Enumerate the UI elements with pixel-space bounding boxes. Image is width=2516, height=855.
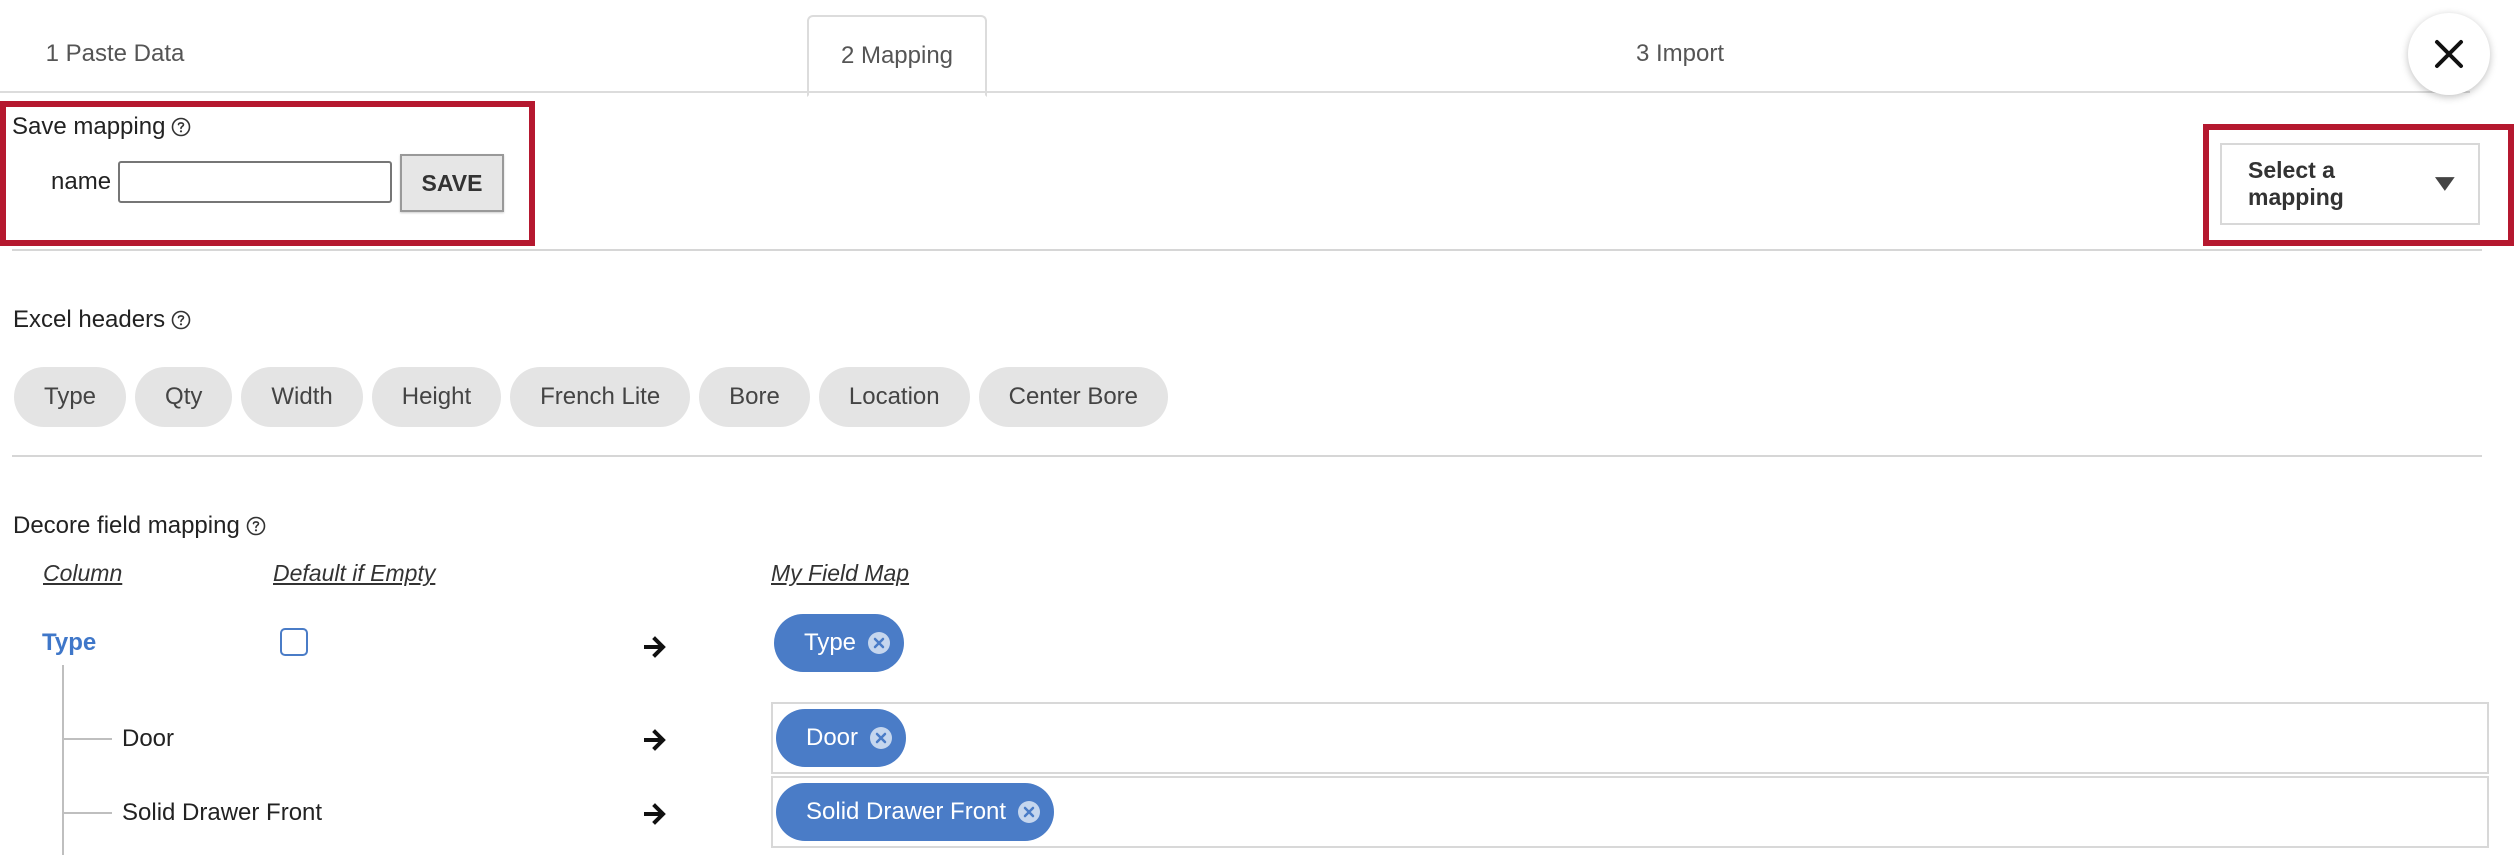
column-header-my-field-map: My Field Map xyxy=(771,560,910,586)
divider xyxy=(12,249,2482,251)
field-row-label: Solid Drawer Front xyxy=(122,799,323,826)
help-icon[interactable] xyxy=(171,117,191,137)
mapped-field-pill-label: Door xyxy=(806,724,859,751)
arrow-right-icon xyxy=(644,729,666,751)
tab-mapping[interactable]: 2 Mapping xyxy=(807,15,987,97)
mapped-field-pill[interactable]: Door xyxy=(776,709,907,767)
tree-line xyxy=(62,665,64,855)
excel-headers-title: Excel headers xyxy=(13,306,191,334)
help-icon[interactable] xyxy=(246,516,266,536)
column-header-column: Column xyxy=(43,560,123,586)
tab-import[interactable]: 3 Import xyxy=(1580,15,1780,93)
excel-headers-title-text: Excel headers xyxy=(13,306,166,333)
remove-icon[interactable] xyxy=(870,727,893,749)
field-mapping-title: Decore field mapping xyxy=(13,512,266,540)
field-row-label: Door xyxy=(122,725,175,752)
default-if-empty-checkbox[interactable] xyxy=(280,628,308,656)
field-mapping-title-text: Decore field mapping xyxy=(13,512,240,539)
column-header-default-if-empty: Default if Empty xyxy=(273,560,436,586)
close-icon xyxy=(2435,40,2463,68)
tab-paste-data[interactable]: 1 Paste Data xyxy=(0,15,230,93)
remove-icon[interactable] xyxy=(868,632,891,654)
field-map-dropzone[interactable] xyxy=(771,702,2489,774)
excel-header-chip[interactable]: Center Bore xyxy=(978,367,1169,427)
save-mapping-title: Save mapping xyxy=(12,113,191,141)
save-mapping-title-text: Save mapping xyxy=(12,113,166,140)
mapping-name-input[interactable] xyxy=(118,161,392,203)
divider xyxy=(12,455,2482,457)
close-button[interactable] xyxy=(2408,13,2490,95)
remove-icon[interactable] xyxy=(1018,801,1041,823)
excel-header-chip[interactable]: Bore xyxy=(699,367,810,427)
excel-header-chips: Type Qty Width Height French Lite Bore L… xyxy=(14,367,1169,427)
tabs-divider xyxy=(0,91,2470,93)
select-mapping-label: Select a mapping xyxy=(2248,157,2344,210)
name-label: name xyxy=(51,168,112,195)
save-button[interactable]: SAVE xyxy=(400,154,504,212)
mapped-field-pill[interactable]: Type xyxy=(774,614,905,672)
mapped-field-pill[interactable]: Solid Drawer Front xyxy=(776,783,1055,841)
select-mapping-dropdown[interactable]: Select a mapping xyxy=(2220,143,2480,225)
excel-header-chip[interactable]: French Lite xyxy=(510,367,691,427)
excel-header-chip[interactable]: Qty xyxy=(135,367,233,427)
caret-down-icon xyxy=(2435,177,2456,191)
excel-header-chip[interactable]: Type xyxy=(14,367,127,427)
arrow-right-icon xyxy=(644,803,666,825)
help-icon[interactable] xyxy=(171,310,191,330)
tree-branch xyxy=(62,812,112,814)
mapped-field-pill-label: Solid Drawer Front xyxy=(806,798,1007,825)
mapped-field-pill-label: Type xyxy=(804,629,857,656)
arrow-right-icon xyxy=(644,636,666,658)
excel-header-chip[interactable]: Location xyxy=(818,367,970,427)
excel-header-chip[interactable]: Width xyxy=(241,367,363,427)
tree-branch xyxy=(62,738,112,740)
field-row-label[interactable]: Type xyxy=(42,629,96,657)
excel-header-chip[interactable]: Height xyxy=(371,367,502,427)
